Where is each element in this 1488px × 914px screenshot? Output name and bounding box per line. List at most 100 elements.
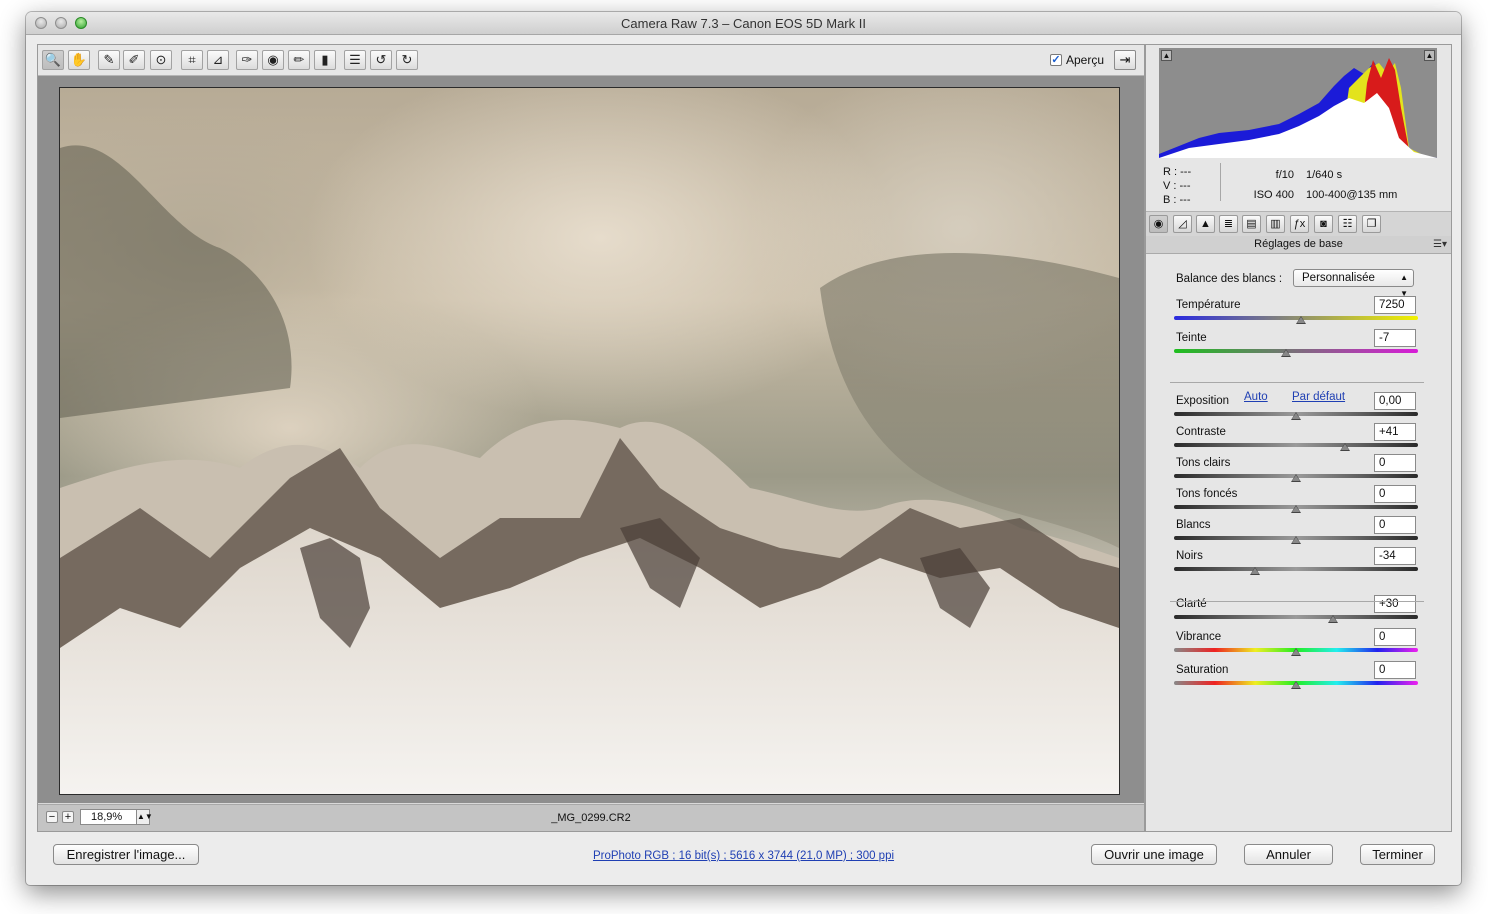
slider-value-field[interactable]: 0 — [1374, 628, 1416, 646]
fullscreen-button[interactable]: ⇥ — [1114, 50, 1136, 70]
aperture-icon: ◉ — [1153, 218, 1164, 230]
tab-presets[interactable]: ☷ — [1338, 215, 1357, 233]
shadow-clipping-warning[interactable]: ▲ — [1161, 50, 1172, 61]
open-image-button[interactable]: Ouvrir une image — [1091, 844, 1217, 865]
window-title: Camera Raw 7.3 – Canon EOS 5D Mark II — [621, 16, 866, 31]
slider-label: Vibrance — [1176, 631, 1222, 643]
slider-label: Tons foncés — [1176, 488, 1238, 500]
iso: ISO 400 — [1253, 189, 1294, 201]
white-balance-select[interactable]: Personnalisée ▲ ▼ — [1293, 269, 1414, 298]
shutter-speed: 1/640 s — [1306, 169, 1343, 181]
slider-track[interactable] — [1174, 615, 1418, 619]
divider-1 — [1170, 382, 1424, 383]
aperture: f/10 — [1275, 169, 1294, 181]
slider-value-field[interactable]: +41 — [1374, 423, 1416, 441]
slider-thumb[interactable] — [1291, 474, 1301, 482]
straighten-tool[interactable]: ⊿ — [207, 50, 229, 70]
list-icon: ☰ — [349, 52, 361, 67]
white-balance-tool[interactable]: ✎ — [98, 50, 120, 70]
slider-thumb[interactable] — [1291, 536, 1301, 544]
crop-tool[interactable]: ⌗ — [181, 50, 203, 70]
slider-thumb[interactable] — [1291, 505, 1301, 513]
tab-split-toning[interactable]: ▤ — [1242, 215, 1261, 233]
slider-value-field[interactable]: 0 — [1374, 516, 1416, 534]
tab-tone-curve[interactable]: ◿ — [1173, 215, 1192, 233]
slider-value-field[interactable]: 0 — [1374, 454, 1416, 472]
hsl-icon: ≣ — [1223, 218, 1234, 230]
slider-thumb[interactable] — [1291, 681, 1301, 689]
slider-value-field[interactable]: -34 — [1374, 547, 1416, 565]
tab-effects[interactable]: ƒx — [1290, 215, 1309, 233]
brush-icon: ✏ — [293, 52, 305, 67]
panel-tabs: ◉ ◿ ▲ ≣ ▤ ▥ ƒx ◙ ☷ ❐ — [1146, 211, 1451, 237]
presets-icon: ☷ — [1342, 218, 1353, 230]
slider-label: Clarté — [1176, 598, 1207, 610]
panel-menu-icon[interactable]: ☰▾ — [1433, 236, 1447, 253]
slider-value-field[interactable]: 0,00 — [1374, 392, 1416, 410]
rotate-ccw-icon: ↺ — [375, 52, 387, 67]
done-button[interactable]: Terminer — [1360, 844, 1435, 865]
b-value: B : --- — [1163, 194, 1191, 206]
tool-bar: 🔍 ✋ ✎ ✐ ⊙ ⌗ ⊿ ✑ ◉ ✏ ▮ ☰ ↺ ↻ ✓ Aperçu ⇥ — [38, 45, 1144, 76]
eyedropper-icon: ✎ — [103, 52, 115, 67]
photo-preview — [59, 87, 1120, 795]
preview-canvas[interactable] — [38, 76, 1144, 803]
fullscreen-icon: ⇥ — [1119, 52, 1131, 67]
lens-info: 100-400@135 mm — [1306, 189, 1398, 201]
slider-thumb[interactable] — [1249, 567, 1260, 575]
adjustment-panel: ▲ ▲ R : --- V : --- B : --- f/10 ISO 400… — [1145, 44, 1452, 832]
slider-thumb[interactable] — [1281, 349, 1292, 357]
slider-track[interactable] — [1174, 443, 1418, 447]
target-adjust-icon: ⊙ — [155, 52, 167, 67]
graduated-filter-icon: ▮ — [321, 52, 329, 67]
auto-link[interactable]: Auto — [1244, 391, 1268, 403]
slider-track[interactable] — [1174, 567, 1418, 571]
red-eye-tool[interactable]: ◉ — [262, 50, 284, 70]
title-bar: Camera Raw 7.3 – Canon EOS 5D Mark II — [26, 12, 1461, 35]
zoom-tool[interactable]: 🔍 — [42, 50, 64, 70]
exif-right: 1/640 s 100-400@135 mm — [1306, 165, 1397, 205]
adjustment-brush-tool[interactable]: ✏ — [288, 50, 310, 70]
checkbox-checked-icon[interactable]: ✓ — [1049, 54, 1062, 66]
slider-value-field[interactable]: -7 — [1374, 329, 1416, 347]
white-balance-label: Balance des blancs : — [1176, 273, 1283, 285]
tab-snapshots[interactable]: ❐ — [1362, 215, 1381, 233]
rotate-cw-icon: ↻ — [401, 52, 413, 67]
slider-thumb[interactable] — [1291, 412, 1301, 420]
tab-camera-calibration[interactable]: ◙ — [1314, 215, 1333, 233]
white-balance-value: Personnalisée — [1302, 272, 1375, 284]
graduated-filter-tool[interactable]: ▮ — [314, 50, 336, 70]
cancel-button[interactable]: Annuler — [1244, 844, 1333, 865]
slider-thumb[interactable] — [1295, 316, 1306, 324]
slider-thumb[interactable] — [1327, 615, 1338, 623]
preview-checkbox[interactable]: ✓ Aperçu — [1049, 53, 1104, 67]
target-adjustment-tool[interactable]: ⊙ — [150, 50, 172, 70]
slider-track[interactable] — [1174, 349, 1418, 353]
tab-detail[interactable]: ▲ — [1196, 215, 1215, 233]
curve-icon: ◿ — [1178, 218, 1187, 230]
slider-value-field[interactable]: +30 — [1374, 595, 1416, 613]
default-link[interactable]: Par défaut — [1292, 391, 1345, 403]
status-bar: − + 18,9% ▲▼ _MG_0299.CR2 — [38, 804, 1144, 831]
tab-hsl[interactable]: ≣ — [1219, 215, 1238, 233]
preferences-tool[interactable]: ☰ — [344, 50, 366, 70]
info-divider — [1220, 163, 1221, 201]
slider-value-field[interactable]: 0 — [1374, 485, 1416, 503]
slider-value-field[interactable]: 0 — [1374, 661, 1416, 679]
spot-removal-tool[interactable]: ✑ — [236, 50, 258, 70]
slider-label: Tons clairs — [1176, 457, 1231, 469]
snowy-mountain-illustration — [60, 145, 1119, 794]
color-sampler-tool[interactable]: ✐ — [123, 50, 145, 70]
color-sampler-icon: ✐ — [128, 52, 140, 67]
rotate-left-tool[interactable]: ↺ — [370, 50, 392, 70]
slider-value-field[interactable]: 7250 — [1374, 296, 1416, 314]
fx-icon: ƒx — [1293, 218, 1306, 230]
tab-basic[interactable]: ◉ — [1149, 215, 1168, 233]
tab-lens-corrections[interactable]: ▥ — [1266, 215, 1285, 233]
slider-thumb[interactable] — [1291, 648, 1301, 656]
highlight-clipping-warning[interactable]: ▲ — [1424, 50, 1435, 61]
rotate-right-tool[interactable]: ↻ — [396, 50, 418, 70]
slider-thumb[interactable] — [1339, 443, 1350, 451]
hand-tool[interactable]: ✋ — [68, 50, 90, 70]
rgb-readout: R : --- V : --- B : --- — [1163, 165, 1191, 207]
